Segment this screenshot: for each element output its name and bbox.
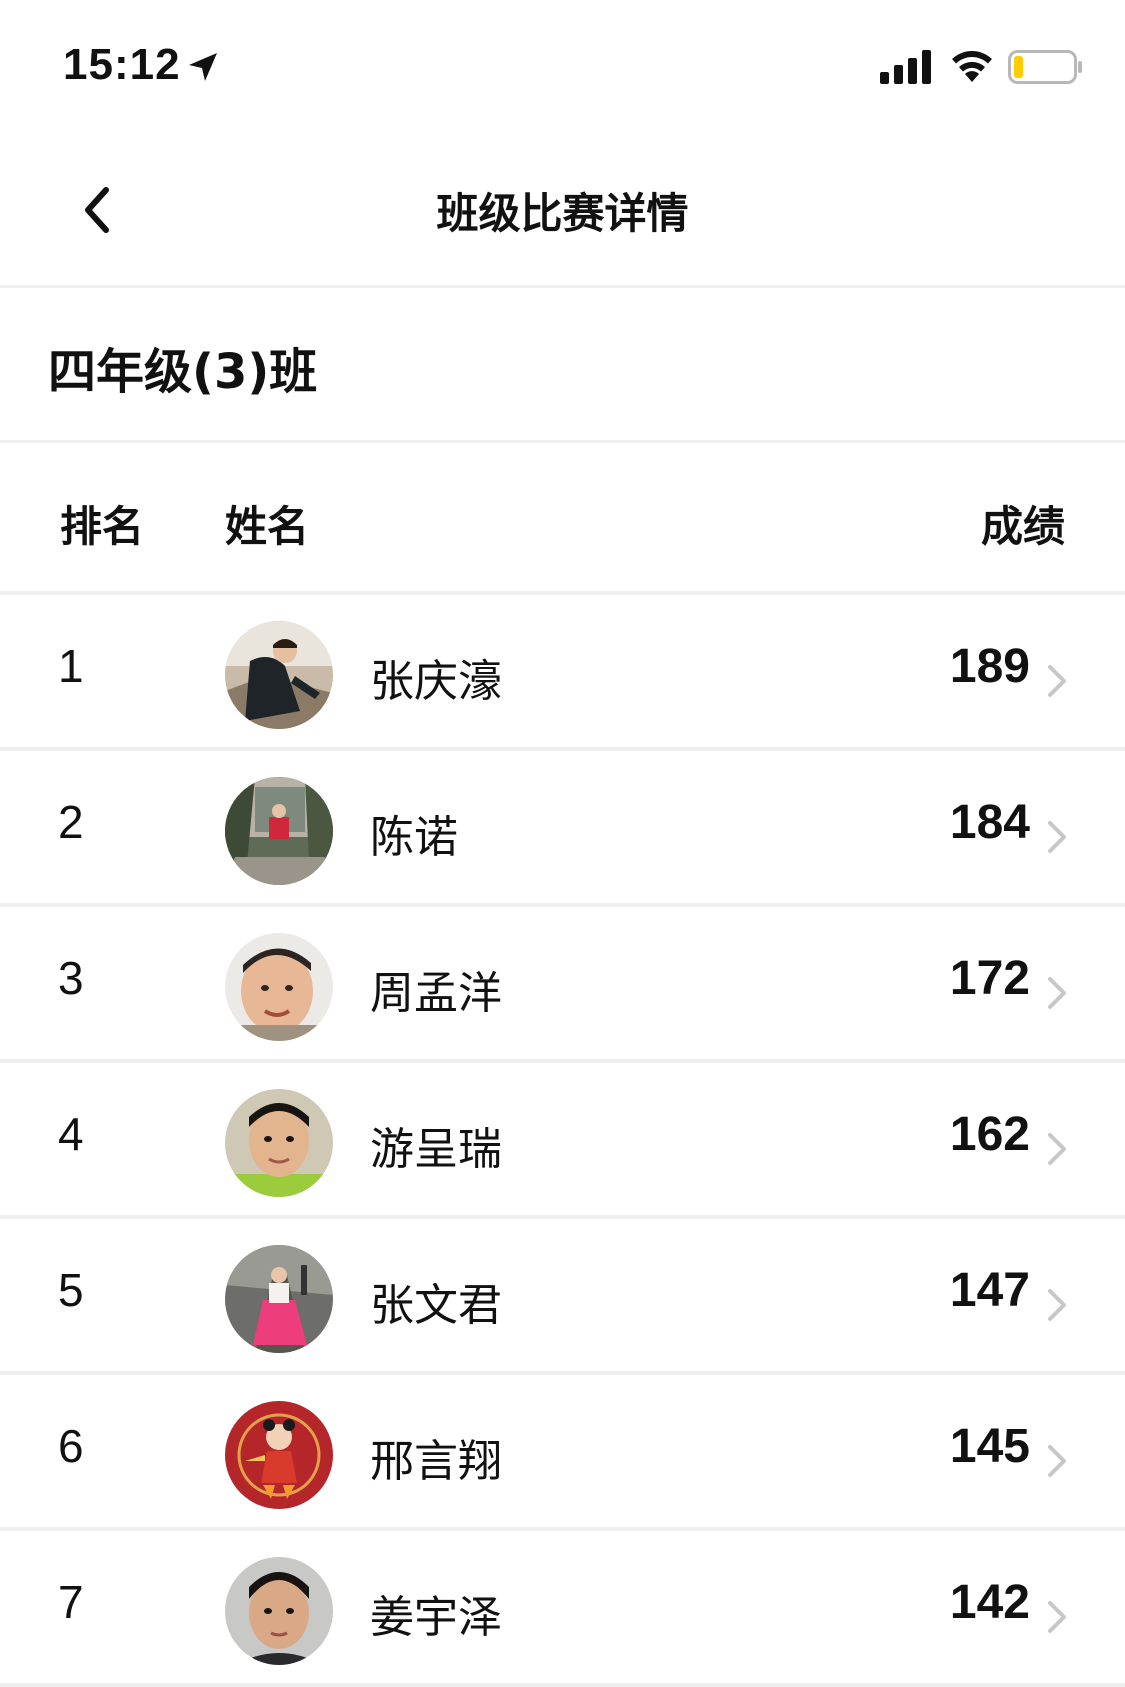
- avatar: [225, 777, 333, 885]
- chevron-right-icon: [1048, 1289, 1066, 1321]
- column-header-rank: 排名: [60, 502, 145, 551]
- location-arrow-icon: [189, 53, 217, 81]
- rank-number: 3: [58, 952, 84, 1004]
- rank-number: 7: [58, 1576, 84, 1628]
- chevron-right-icon: [1048, 977, 1066, 1009]
- student-name: 游呈瑞: [370, 1124, 502, 1175]
- chevron-right-icon: [1048, 821, 1066, 853]
- avatar: [225, 621, 333, 729]
- score-value: 172: [949, 952, 1030, 1005]
- student-name: 姜宇泽: [370, 1592, 502, 1643]
- chevron-right-icon: [1048, 1601, 1066, 1633]
- student-name: 陈诺: [370, 812, 458, 863]
- nav-bar: 班级比赛详情: [0, 140, 1125, 288]
- class-name: 四年级(3)班: [48, 344, 318, 400]
- signal-icon: [880, 50, 931, 84]
- chevron-right-icon: [1048, 1133, 1066, 1165]
- score-value: 147: [949, 1264, 1030, 1317]
- avatar: [225, 1089, 333, 1197]
- rank-number: 2: [58, 796, 84, 848]
- chevron-right-icon: [1048, 665, 1066, 697]
- rank-number: 1: [58, 640, 84, 692]
- status-bar: 15:12: [0, 0, 1125, 140]
- avatar: [225, 1245, 333, 1353]
- avatar: [225, 1401, 333, 1509]
- chevron-right-icon: [1048, 1445, 1066, 1477]
- column-header-name: 姓名: [225, 502, 310, 551]
- ranking-list: 1 张庆濠 189 2 陈诺 184 3 周孟洋 172 4 游呈瑞 162 5…: [0, 595, 1125, 1687]
- table-header: 排名 姓名 成绩: [0, 443, 1125, 595]
- score-value: 145: [949, 1420, 1030, 1473]
- table-row[interactable]: 7 姜宇泽 142: [0, 1531, 1125, 1687]
- student-name: 周孟洋: [370, 968, 502, 1019]
- table-row[interactable]: 6 邢言翔 145: [0, 1375, 1125, 1531]
- score-value: 184: [949, 796, 1030, 849]
- score-value: 189: [949, 640, 1030, 693]
- rank-number: 6: [58, 1420, 84, 1472]
- status-time: 15:12: [63, 40, 181, 89]
- table-row[interactable]: 5 张文君 147: [0, 1219, 1125, 1375]
- avatar: [225, 933, 333, 1041]
- battery-icon: [1008, 50, 1082, 84]
- student-name: 邢言翔: [370, 1436, 502, 1487]
- column-header-score: 成绩: [980, 502, 1065, 551]
- score-value: 142: [949, 1576, 1030, 1629]
- avatar: [225, 1557, 333, 1665]
- table-row[interactable]: 3 周孟洋 172: [0, 907, 1125, 1063]
- page-title: 班级比赛详情: [436, 189, 689, 238]
- student-name: 张庆濠: [370, 656, 502, 707]
- table-row[interactable]: 4 游呈瑞 162: [0, 1063, 1125, 1219]
- wifi-icon: [952, 51, 992, 82]
- score-value: 162: [949, 1108, 1030, 1161]
- rank-number: 4: [58, 1108, 84, 1160]
- rank-number: 5: [58, 1264, 84, 1316]
- table-row[interactable]: 2 陈诺 184: [0, 751, 1125, 907]
- table-row[interactable]: 1 张庆濠 189: [0, 595, 1125, 751]
- student-name: 张文君: [370, 1280, 502, 1331]
- class-header: 四年级(3)班: [0, 288, 1125, 443]
